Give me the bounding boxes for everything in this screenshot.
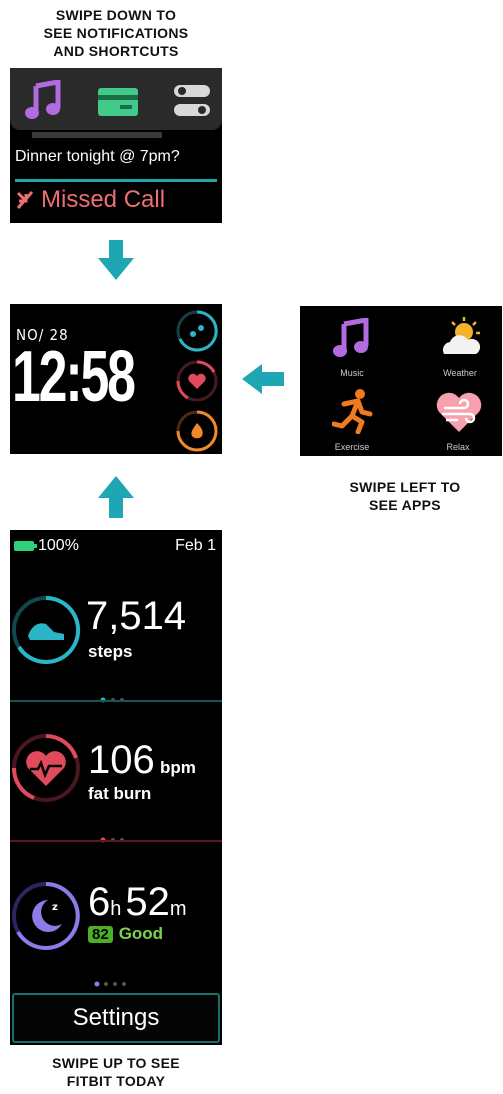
caption-apps: SWIPE LEFT TO SEE APPS <box>349 479 461 513</box>
missed-call-icon <box>16 191 34 209</box>
music-note-icon[interactable] <box>24 80 64 122</box>
sleep-page-dots <box>94 974 128 992</box>
settings-button[interactable]: Settings <box>12 993 220 1043</box>
battery-percent: 100% <box>38 537 79 554</box>
notification-divider <box>15 179 217 182</box>
status-date: Feb 1 <box>175 537 216 554</box>
wallet-card-icon[interactable] <box>96 84 140 120</box>
calories-ring-icon[interactable] <box>174 408 220 454</box>
apps-screen[interactable]: Music Weather Exercise Relax <box>300 306 502 456</box>
steps-ring-icon[interactable] <box>10 594 82 666</box>
heart-page-dots <box>100 830 128 848</box>
steps-divider <box>10 700 222 702</box>
heart-rate-value: 106 <box>88 738 155 782</box>
sleep-hours-unit: h <box>110 898 122 920</box>
music-app-icon[interactable] <box>332 318 372 360</box>
arrow-up-icon <box>98 476 134 518</box>
sleep-ring-icon[interactable]: z <box>10 880 82 952</box>
clock-screen[interactable]: NO/ 28 12:58 <box>10 304 222 454</box>
arrow-down-icon <box>98 240 134 280</box>
steps-value: 7,514 <box>86 594 187 638</box>
app-label-exercise: Exercise <box>334 442 370 452</box>
heart-rate-ring-icon[interactable] <box>10 732 82 804</box>
heart-divider <box>10 840 222 842</box>
app-label-music: Music <box>340 368 364 378</box>
battery-icon <box>14 541 37 551</box>
clock-time: 12:58 <box>12 337 136 417</box>
heart-ring-icon[interactable] <box>174 358 220 404</box>
svg-text:z: z <box>52 902 58 913</box>
missed-call-label: Missed Call <box>41 186 166 213</box>
caption-notifications: SWIPE DOWN TO SEE NOTIFICATIONS AND SHOR… <box>43 7 189 59</box>
fitbit-today-screen[interactable]: 100% Feb 1 7,514 steps 106 bpm fat burn … <box>10 530 222 1045</box>
steps-page-dots <box>100 690 128 708</box>
sleep-score-badge: 82 <box>88 925 113 943</box>
notifications-screen[interactable]: Dinner tonight @ 7pm? Missed Call <box>10 68 222 223</box>
arrow-left-icon <box>242 364 284 394</box>
shortcut-bar <box>10 68 222 130</box>
breathing-heart-icon[interactable] <box>434 390 484 434</box>
steps-ring-icon[interactable] <box>174 308 220 354</box>
heart-rate-unit: bpm <box>160 758 196 777</box>
app-label-relax: Relax <box>446 442 470 452</box>
caption-fitbit-today: SWIPE UP TO SEE FITBIT TODAY <box>52 1055 180 1089</box>
sleep-minutes: 52 <box>125 880 170 924</box>
notification-message[interactable]: Dinner tonight @ 7pm? <box>15 148 180 166</box>
toggle-settings-icon[interactable] <box>172 82 212 120</box>
weather-app-icon[interactable] <box>438 316 484 360</box>
sleep-duration: 6h 52m <box>88 880 187 925</box>
sleep-quality: Good <box>118 924 164 943</box>
runner-icon[interactable] <box>332 388 374 434</box>
notification-sender-obscured <box>32 126 162 138</box>
sleep-hours: 6 <box>88 880 111 924</box>
steps-label: steps <box>88 642 133 661</box>
sleep-minutes-unit: m <box>169 898 187 920</box>
sleep-score-row: 82 Good <box>88 924 163 944</box>
missed-call-notification[interactable]: Missed Call <box>15 186 165 214</box>
heart-rate-zone: fat burn <box>88 784 152 803</box>
app-label-weather: Weather <box>443 368 477 378</box>
